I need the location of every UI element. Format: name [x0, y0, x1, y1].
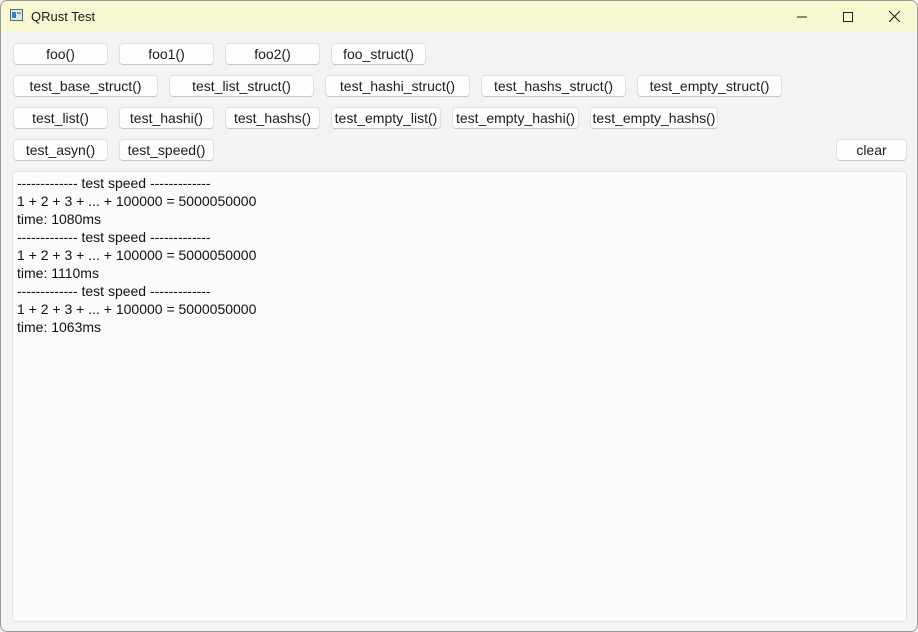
test-hashi-struct-button[interactable]: test_hashi_struct() [325, 75, 470, 97]
test-hashs-struct-button[interactable]: test_hashs_struct() [481, 75, 626, 97]
test-base-struct-button[interactable]: test_base_struct() [13, 75, 158, 97]
test-empty-hashi-button[interactable]: test_empty_hashi() [452, 107, 579, 129]
output-line: 1 + 2 + 3 + ... + 100000 = 5000050000 [17, 301, 257, 317]
test-empty-list-button[interactable]: test_empty_list() [331, 107, 441, 129]
test-speed-button[interactable]: test_speed() [119, 139, 214, 161]
test-empty-hashs-button[interactable]: test_empty_hashs() [590, 107, 718, 129]
minimize-button[interactable] [779, 1, 825, 32]
output-line: time: 1080ms [17, 211, 102, 227]
test-list-button[interactable]: test_list() [13, 107, 108, 129]
app-window: QRust Test foo() foo1() foo2() foo_struc… [0, 0, 918, 632]
minimize-icon [797, 16, 807, 17]
close-button[interactable] [871, 1, 917, 32]
output-line: ------------- test speed ------------- [17, 283, 211, 299]
test-hashs-button[interactable]: test_hashs() [225, 107, 320, 129]
foo2-button[interactable]: foo2() [225, 43, 320, 65]
output-textarea[interactable]: ------------- test speed ------------- 1… [12, 171, 907, 622]
maximize-button[interactable] [825, 1, 871, 32]
test-list-struct-button[interactable]: test_list_struct() [169, 75, 314, 97]
maximize-icon [843, 11, 853, 22]
output-line: ------------- test speed ------------- [17, 175, 211, 191]
foo-button[interactable]: foo() [13, 43, 108, 65]
foo-struct-button[interactable]: foo_struct() [331, 43, 426, 65]
test-empty-struct-button[interactable]: test_empty_struct() [637, 75, 782, 97]
window-title: QRust Test [31, 9, 96, 24]
test-asyn-button[interactable]: test_asyn() [13, 139, 108, 161]
title-bar[interactable]: QRust Test [1, 1, 917, 32]
app-icon [10, 9, 23, 21]
output-line: time: 1063ms [17, 319, 102, 335]
output-line: 1 + 2 + 3 + ... + 100000 = 5000050000 [17, 247, 257, 263]
output-line: time: 1110ms [17, 265, 99, 281]
close-icon [888, 11, 900, 22]
foo1-button[interactable]: foo1() [119, 43, 214, 65]
test-hashi-button[interactable]: test_hashi() [119, 107, 214, 129]
clear-button[interactable]: clear [836, 139, 907, 161]
output-line: ------------- test speed ------------- [17, 229, 211, 245]
output-line: 1 + 2 + 3 + ... + 100000 = 5000050000 [17, 193, 257, 209]
